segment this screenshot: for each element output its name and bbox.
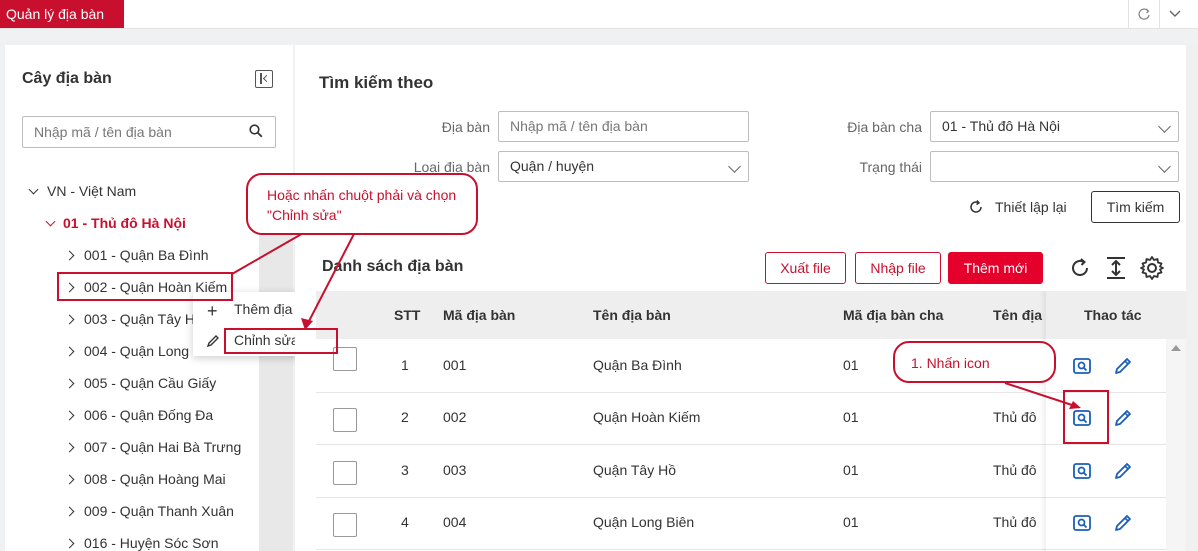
callout-right-click: Hoặc nhấn chuột phải và chọn "Chỉnh sửa" — [246, 173, 478, 235]
annotation-arrows — [231, 227, 1081, 409]
callout-icon: 1. Nhấn icon — [893, 341, 1056, 383]
